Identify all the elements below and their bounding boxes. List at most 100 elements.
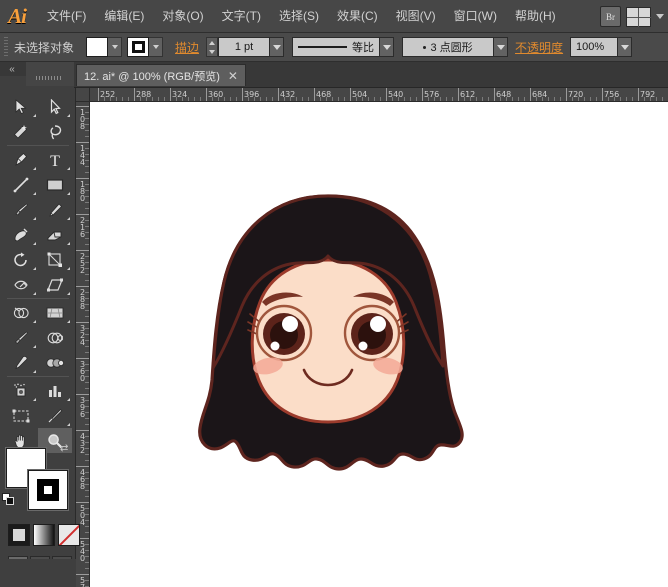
fill-dropdown-arrow-icon[interactable] bbox=[108, 37, 122, 57]
collapse-panels-icon[interactable]: « bbox=[2, 63, 22, 76]
profile-dropdown-icon[interactable] bbox=[380, 37, 394, 57]
ruler-tick-major bbox=[98, 88, 99, 101]
menu-object[interactable]: 对象(O) bbox=[153, 5, 212, 27]
ruler-tick-minor bbox=[85, 388, 89, 389]
paint-mode-buttons bbox=[8, 524, 80, 546]
ruler-tick-minor bbox=[85, 490, 89, 491]
opacity-input[interactable]: 100% bbox=[570, 37, 618, 57]
paintbrush-tool[interactable] bbox=[4, 197, 38, 222]
horizontal-ruler[interactable]: 2522883243603964324685045405766126486847… bbox=[90, 88, 668, 102]
gradient-tool[interactable] bbox=[38, 325, 72, 350]
ruler-tick-major bbox=[76, 394, 89, 395]
stroke-dropdown-arrow-icon[interactable] bbox=[149, 37, 163, 57]
mesh-tool[interactable] bbox=[4, 325, 38, 350]
toolbox-drag-grip[interactable] bbox=[26, 62, 74, 86]
ruler-tick-minor bbox=[85, 130, 89, 131]
ruler-tick-minor bbox=[85, 376, 89, 377]
ruler-tick-major bbox=[638, 88, 639, 101]
width-tool[interactable] bbox=[4, 272, 38, 297]
stroke-weight-stepper[interactable] bbox=[206, 37, 218, 57]
stroke-swatch-group[interactable] bbox=[127, 37, 163, 57]
ruler-tick-major bbox=[76, 574, 89, 575]
blob-brush-tool[interactable] bbox=[4, 222, 38, 247]
rectangle-tool[interactable] bbox=[38, 172, 72, 197]
slice-tool[interactable] bbox=[38, 403, 72, 428]
symbol-sprayer-tool[interactable] bbox=[4, 378, 38, 403]
stroke-weight-dropdown-icon[interactable] bbox=[270, 37, 284, 57]
menu-type[interactable]: 文字(T) bbox=[213, 5, 270, 27]
line-segment-tool[interactable] bbox=[4, 172, 38, 197]
menu-edit[interactable]: 编辑(E) bbox=[95, 5, 153, 27]
perspective-grid-tool[interactable] bbox=[38, 300, 72, 325]
menu-select[interactable]: 选择(S) bbox=[270, 5, 328, 27]
artboard-tool[interactable] bbox=[4, 403, 38, 428]
ruler-tick-minor bbox=[85, 340, 89, 341]
tool-corner-icon bbox=[33, 292, 36, 295]
color-mode[interactable] bbox=[8, 524, 30, 546]
stroke-weight-input[interactable]: 1 pt bbox=[218, 37, 270, 57]
stroke-swatch[interactable] bbox=[127, 37, 149, 57]
stroke-panel-link[interactable]: 描边 bbox=[175, 39, 199, 56]
pencil-tool[interactable] bbox=[38, 197, 72, 222]
artwork-girl-head[interactable] bbox=[178, 190, 478, 485]
brush-definition-select[interactable]: 3 点圆形 bbox=[402, 37, 494, 57]
menu-effect[interactable]: 效果(C) bbox=[328, 5, 387, 27]
vertical-ruler[interactable]: 1081441802162522883243603964324685045405… bbox=[76, 102, 90, 587]
menu-view[interactable]: 视图(V) bbox=[387, 5, 445, 27]
ruler-label: 468 bbox=[316, 91, 331, 99]
opacity-dropdown-icon[interactable] bbox=[618, 37, 632, 57]
ruler-tick-minor bbox=[308, 97, 309, 101]
fill-swatch[interactable] bbox=[86, 37, 108, 57]
variable-width-profile-select[interactable]: 等比 bbox=[292, 37, 380, 57]
gradient-mode[interactable] bbox=[33, 524, 55, 546]
ruler-tick-minor bbox=[85, 328, 89, 329]
control-bar-grip[interactable] bbox=[2, 35, 10, 60]
selection-tool[interactable] bbox=[4, 94, 38, 119]
blend-tool[interactable] bbox=[38, 350, 72, 375]
ruler-tick-minor bbox=[85, 484, 89, 485]
rotate-tool[interactable] bbox=[4, 247, 38, 272]
default-fill-stroke-icon[interactable] bbox=[2, 493, 15, 506]
eraser-tool[interactable] bbox=[38, 222, 72, 247]
eyedropper-tool[interactable] bbox=[4, 350, 38, 375]
illustrator-window: Ai 文件(F) 编辑(E) 对象(O) 文字(T) 选择(S) 效果(C) 视… bbox=[0, 0, 668, 587]
magic-wand-tool[interactable] bbox=[4, 119, 38, 144]
tool-corner-icon bbox=[67, 423, 70, 426]
ruler-tick-minor bbox=[152, 97, 153, 101]
none-mode[interactable] bbox=[58, 524, 80, 546]
swap-fill-stroke-icon[interactable]: ⇄ bbox=[60, 443, 72, 455]
menu-window[interactable]: 窗口(W) bbox=[445, 5, 506, 27]
opacity-panel-link[interactable]: 不透明度 bbox=[515, 39, 563, 56]
brush-dropdown-icon[interactable] bbox=[494, 37, 508, 57]
scale-tool[interactable] bbox=[38, 247, 72, 272]
menu-help[interactable]: 帮助(H) bbox=[506, 5, 565, 27]
ruler-label: 252 bbox=[100, 91, 115, 99]
ruler-tick-minor bbox=[85, 196, 89, 197]
column-graph-tool[interactable] bbox=[38, 378, 72, 403]
ruler-label: 576 bbox=[424, 91, 439, 99]
ruler-tick-minor bbox=[356, 97, 357, 101]
close-icon[interactable]: ✕ bbox=[228, 71, 238, 81]
document-tab[interactable]: 12. ai* @ 100% (RGB/预览) ✕ bbox=[76, 64, 246, 86]
fill-swatch-group[interactable] bbox=[86, 37, 122, 57]
ruler-tick-minor bbox=[554, 97, 555, 101]
shape-builder-tool[interactable] bbox=[4, 300, 38, 325]
chevron-down-icon[interactable] bbox=[656, 14, 664, 19]
type-tool[interactable]: T bbox=[38, 147, 72, 172]
ruler-tick-minor bbox=[266, 97, 267, 101]
workspace-switcher-icon[interactable] bbox=[626, 7, 651, 27]
tool-corner-icon bbox=[67, 167, 70, 170]
ruler-corner[interactable] bbox=[76, 88, 90, 102]
menu-file[interactable]: 文件(F) bbox=[38, 5, 95, 27]
free-transform-tool[interactable] bbox=[38, 272, 72, 297]
artboard-canvas[interactable] bbox=[90, 102, 668, 587]
ruler-tick-minor bbox=[85, 154, 89, 155]
direct-selection-tool[interactable] bbox=[38, 94, 72, 119]
lasso-tool[interactable] bbox=[38, 119, 72, 144]
stroke-color-swatch[interactable] bbox=[28, 470, 68, 510]
ruler-tick-minor bbox=[392, 97, 393, 101]
ruler-tick-minor bbox=[85, 334, 89, 335]
pen-tool[interactable] bbox=[4, 147, 38, 172]
girl-head-illustration[interactable] bbox=[178, 190, 478, 480]
bridge-button[interactable]: Br bbox=[600, 6, 621, 27]
